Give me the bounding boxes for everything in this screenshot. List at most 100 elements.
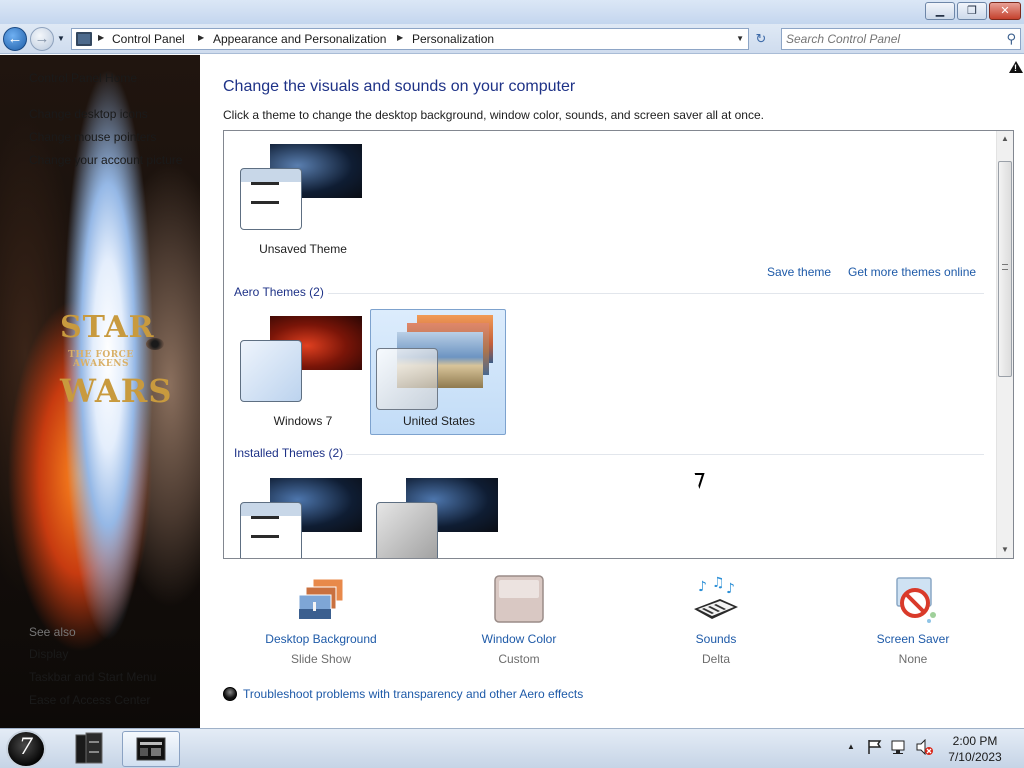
navigation-bar: ← → ▼ ▶ Control Panel ▶ Appearance and P… [0, 24, 1024, 54]
page-title: Change the visuals and sounds on your co… [223, 78, 576, 95]
scroll-up-icon[interactable]: ▲ [997, 131, 1013, 147]
start-button[interactable]: 7 [6, 730, 46, 768]
troubleshoot-row[interactable]: Troubleshoot problems with transparency … [223, 687, 583, 701]
theme-united-states[interactable]: United States [370, 309, 506, 435]
setting-value: Custom [498, 652, 540, 666]
troubleshoot-link[interactable]: Troubleshoot problems with transparency … [243, 687, 583, 701]
sounds-icon: ♪ ♫ ♪ [694, 575, 738, 619]
breadcrumb-personalization[interactable]: Personalization [412, 32, 494, 46]
see-also-ease-of-access[interactable]: Ease of Access Center [29, 693, 150, 707]
control-panel-app-icon [136, 737, 166, 761]
search-icon[interactable]: ⚲ [1006, 31, 1016, 47]
taskbar: 7 ▲ 2:00 PM 7/10/2023 [0, 728, 1024, 768]
address-dropdown-icon[interactable]: ▼ [736, 34, 744, 43]
breadcrumb-arrow-icon[interactable]: ▶ [198, 33, 204, 42]
theme-color-swatch [376, 502, 438, 558]
theme-label: Unsaved Theme [259, 242, 347, 256]
swatch-bar [251, 201, 279, 204]
system-clock[interactable]: 2:00 PM 7/10/2023 [940, 733, 1010, 765]
address-bar[interactable]: ▶ Control Panel ▶ Appearance and Persona… [71, 28, 749, 50]
section-divider [328, 293, 984, 294]
search-input[interactable] [786, 31, 996, 47]
setting-title[interactable]: Sounds [636, 632, 796, 646]
logo-wars: WARS [60, 372, 173, 410]
refresh-button[interactable]: ↻ [752, 32, 770, 48]
breadcrumb-arrow-icon[interactable]: ▶ [98, 33, 104, 42]
breadcrumb-appearance[interactable]: Appearance and Personalization [213, 32, 386, 46]
page-description: Click a theme to change the desktop back… [223, 108, 764, 122]
clock-time: 2:00 PM [952, 734, 998, 748]
minimize-icon: ▁ [935, 5, 945, 17]
swatch-bar [251, 516, 279, 519]
scroll-thumb[interactable] [998, 161, 1012, 377]
refresh-icon: ↻ [755, 31, 767, 46]
scroll-down-icon[interactable]: ▼ [997, 542, 1013, 558]
breadcrumb-control-panel[interactable]: Control Panel [112, 32, 185, 46]
volume-muted-icon[interactable] [915, 739, 933, 755]
see-also-taskbar[interactable]: Taskbar and Start Menu [29, 670, 156, 684]
theme-color-swatch [240, 502, 302, 558]
setting-title[interactable]: Desktop Background [241, 632, 401, 646]
svg-text:♫: ♫ [712, 575, 725, 591]
screen-saver-icon [896, 577, 936, 623]
installed-themes-title: Installed Themes (2) [234, 446, 344, 460]
theme-list-scrollbar[interactable]: ▲ ▼ [996, 131, 1013, 558]
desktop-background-icon [298, 578, 344, 620]
window-color-icon [494, 575, 544, 623]
sidebar-change-account-picture[interactable]: Change your account picture [29, 153, 182, 167]
svg-text:♪: ♪ [726, 581, 735, 597]
recent-pages-dropdown[interactable]: ▼ [57, 34, 65, 43]
star-wars-logo: STAR THE FORCE AWAKENS WARS [60, 310, 173, 509]
setting-title[interactable]: Screen Saver [833, 632, 993, 646]
troubleshoot-icon [223, 687, 237, 701]
taskbar-app-explorer[interactable] [64, 731, 122, 767]
file-cabinet-icon [75, 732, 103, 764]
sidebar-change-desktop-icons[interactable]: Change desktop icons [29, 107, 148, 121]
theme-installed-1[interactable] [234, 471, 370, 558]
close-button[interactable]: ✕ [989, 2, 1021, 20]
theme-list: Unsaved Theme Save theme Get more themes… [223, 130, 1014, 559]
see-also-display[interactable]: Display [29, 647, 68, 661]
clock-date: 7/10/2023 [948, 750, 1002, 764]
theme-installed-2[interactable] [370, 471, 506, 558]
sidebar: STAR THE FORCE AWAKENS WARS Control Pane… [0, 55, 200, 728]
forward-arrow-icon: → [34, 30, 50, 47]
search-box[interactable]: ⚲ [781, 28, 1021, 50]
main-content: ! Change the visuals and sounds on your … [201, 55, 1024, 728]
sidebar-change-mouse-pointers[interactable]: Change mouse pointers [29, 130, 156, 144]
theme-label: United States [402, 414, 476, 428]
restore-icon: ❐ [967, 5, 977, 17]
setting-value: Slide Show [290, 652, 352, 666]
theme-color-swatch [240, 168, 302, 230]
minimize-button[interactable]: ▁ [925, 2, 955, 20]
get-more-themes-link[interactable]: Get more themes online [848, 265, 976, 279]
swatch-bar [251, 182, 279, 185]
theme-unsaved[interactable]: Unsaved Theme [234, 137, 370, 263]
restore-button[interactable]: ❐ [957, 2, 987, 20]
scroll-grip [1002, 264, 1008, 270]
forward-button[interactable]: → [30, 27, 54, 51]
setting-value: None [898, 652, 928, 666]
taskbar-app-control-panel[interactable] [122, 731, 180, 767]
theme-color-swatch [240, 340, 302, 402]
section-divider [346, 454, 984, 455]
logo-tagline: THE FORCE AWAKENS [68, 350, 134, 369]
action-center-flag-icon[interactable] [867, 739, 883, 755]
aero-themes-title: Aero Themes (2) [234, 285, 324, 299]
breadcrumb-arrow-icon[interactable]: ▶ [397, 33, 403, 42]
logo-star: STAR [60, 310, 155, 345]
save-theme-link[interactable]: Save theme [767, 265, 831, 279]
back-arrow-icon: ← [7, 30, 23, 47]
theme-label: Windows 7 [273, 414, 333, 428]
setting-title[interactable]: Window Color [439, 632, 599, 646]
see-also-title: See also [29, 625, 76, 639]
svg-text:♪: ♪ [698, 579, 707, 595]
network-icon[interactable] [890, 739, 906, 755]
theme-windows-7[interactable]: Windows 7 [234, 309, 370, 435]
close-icon: ✕ [1000, 5, 1010, 17]
back-button[interactable]: ← [3, 27, 27, 51]
warning-icon[interactable]: ! [1009, 61, 1023, 73]
swatch-bar [251, 535, 279, 538]
show-hidden-icons[interactable]: ▲ [847, 742, 855, 751]
sidebar-control-panel-home[interactable]: Control Panel Home [29, 71, 137, 85]
